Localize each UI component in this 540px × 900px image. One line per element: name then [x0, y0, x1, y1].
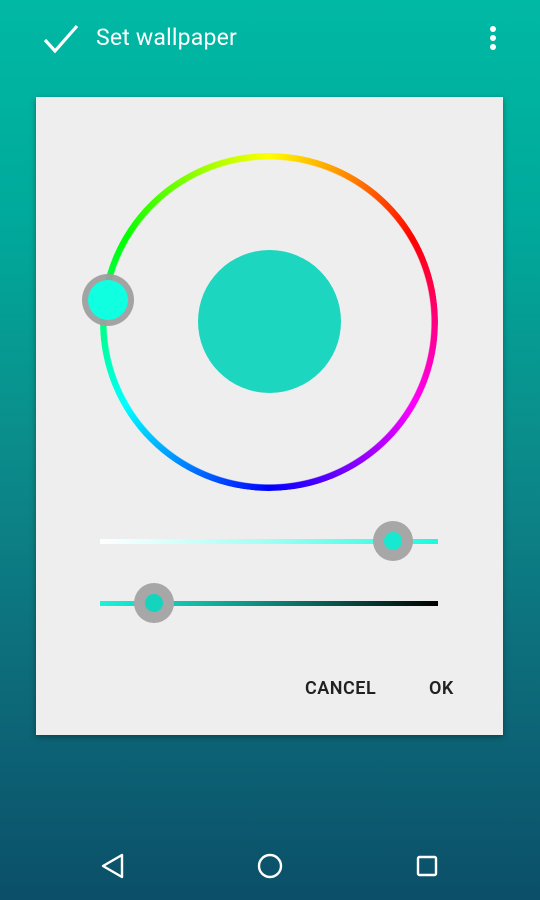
- value-slider-thumb[interactable]: [145, 594, 163, 612]
- app-bar: Set wallpaper: [0, 0, 540, 80]
- more-vert-icon[interactable]: [484, 26, 502, 54]
- selected-color-swatch: [198, 250, 341, 393]
- home-circle-icon[interactable]: [257, 853, 283, 879]
- hue-wheel-knob[interactable]: [88, 280, 128, 320]
- check-icon[interactable]: [42, 22, 80, 56]
- ok-button[interactable]: OK: [429, 678, 454, 699]
- cancel-button[interactable]: CANCEL: [305, 678, 376, 699]
- page-title: Set wallpaper: [96, 24, 237, 51]
- recents-square-icon[interactable]: [416, 855, 438, 877]
- saturation-slider-thumb[interactable]: [384, 532, 402, 550]
- back-triangle-icon[interactable]: [100, 852, 126, 880]
